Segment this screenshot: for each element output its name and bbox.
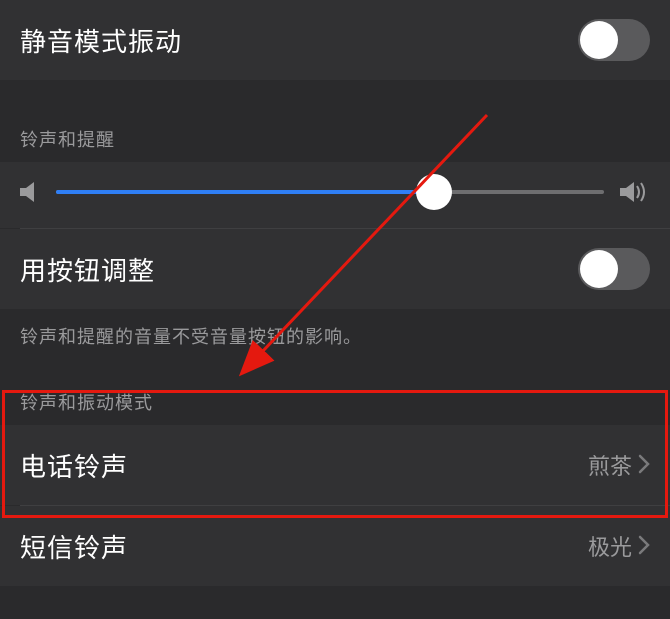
volume-low-icon bbox=[20, 181, 40, 203]
ringer-volume-slider-row bbox=[0, 162, 670, 228]
toggle-knob bbox=[580, 21, 618, 59]
phone-ringtone-value: 煎茶 bbox=[588, 449, 632, 481]
change-with-buttons-label: 用按钮调整 bbox=[20, 251, 155, 288]
sms-ringtone-value-wrap: 极光 bbox=[588, 530, 650, 562]
slider-fill bbox=[56, 190, 434, 194]
phone-ringtone-label: 电话铃声 bbox=[20, 447, 128, 484]
change-with-buttons-toggle[interactable] bbox=[578, 248, 650, 290]
chevron-right-icon bbox=[638, 532, 650, 560]
change-with-buttons-row[interactable]: 用按钮调整 bbox=[0, 229, 670, 309]
change-with-buttons-note: 铃声和提醒的音量不受音量按钮的影响。 bbox=[0, 309, 670, 367]
ringer-volume-slider[interactable] bbox=[56, 190, 604, 194]
silent-mode-vibrate-row[interactable]: 静音模式振动 bbox=[0, 0, 670, 80]
ringtone-vibration-header: 铃声和振动模式 bbox=[0, 367, 670, 425]
phone-ringtone-row[interactable]: 电话铃声 煎茶 bbox=[0, 425, 670, 505]
silent-mode-vibrate-toggle[interactable] bbox=[578, 19, 650, 61]
phone-ringtone-value-wrap: 煎茶 bbox=[588, 449, 650, 481]
chevron-right-icon bbox=[638, 451, 650, 479]
silent-mode-vibrate-label: 静音模式振动 bbox=[20, 22, 182, 59]
sms-ringtone-row[interactable]: 短信铃声 极光 bbox=[0, 506, 670, 586]
ringer-alerts-header: 铃声和提醒 bbox=[0, 108, 670, 162]
toggle-knob bbox=[580, 250, 618, 288]
sms-ringtone-value: 极光 bbox=[588, 530, 632, 562]
slider-thumb[interactable] bbox=[416, 174, 452, 210]
sms-ringtone-label: 短信铃声 bbox=[20, 528, 128, 565]
section-gap bbox=[0, 80, 670, 108]
volume-high-icon bbox=[620, 180, 650, 204]
